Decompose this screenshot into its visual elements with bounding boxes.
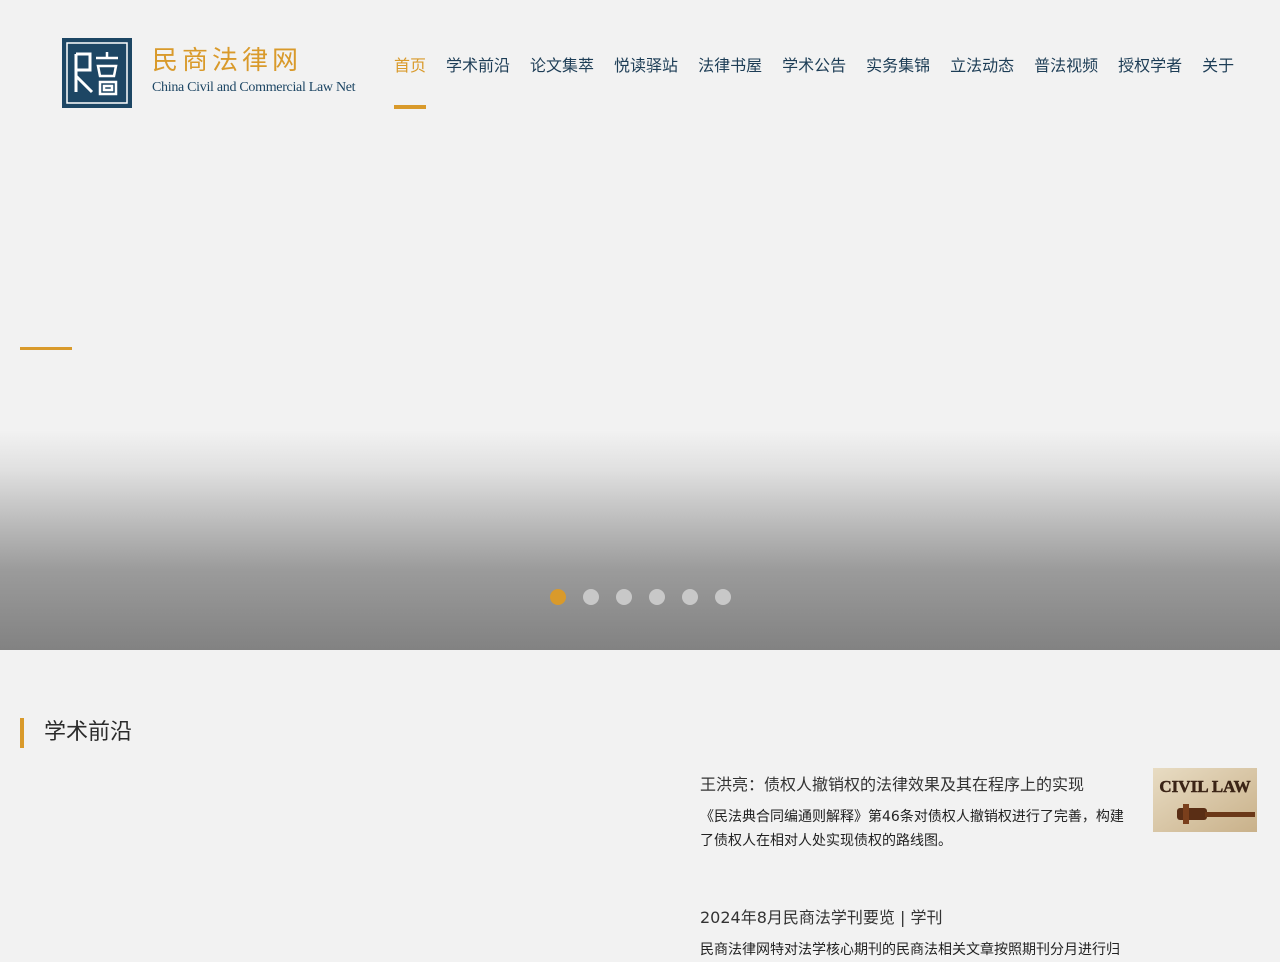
carousel-pagination <box>550 589 731 605</box>
nav-item-reading[interactable]: 悦读驿站 <box>614 54 678 114</box>
logo-chinese-name: 民商法律网 <box>152 46 355 76</box>
nav-item-about[interactable]: 关于 <box>1202 54 1234 114</box>
logo-english-name: China Civil and Commercial Law Net <box>152 80 356 95</box>
banner-accent-line <box>20 347 72 350</box>
carousel-dot-1[interactable] <box>550 589 566 605</box>
nav-item-legislation[interactable]: 立法动态 <box>950 54 1014 114</box>
nav-item-law-books[interactable]: 法律书屋 <box>698 54 762 114</box>
carousel-dot-2[interactable] <box>583 589 599 605</box>
carousel-dot-3[interactable] <box>616 589 632 605</box>
nav-item-home[interactable]: 首页 <box>394 54 427 114</box>
article-title[interactable]: 2024年8月民商法学刊要览 | 学刊 <box>700 906 1260 930</box>
logo-seal-icon <box>62 38 132 108</box>
carousel-dot-6[interactable] <box>715 589 731 605</box>
nav-item-practice[interactable]: 实务集锦 <box>866 54 930 114</box>
nav-item-videos[interactable]: 普法视频 <box>1034 54 1098 114</box>
section-title-academic-frontier: 学术前沿 <box>20 718 132 748</box>
carousel-dot-4[interactable] <box>649 589 665 605</box>
nav-item-papers[interactable]: 论文集萃 <box>530 54 594 114</box>
article-summary: 民商法律网特对法学核心期刊的民商法相关文章按照期刊分月进行归 <box>700 942 1120 958</box>
article-item: 2024年8月民商法学刊要览 | 学刊 民商法律网特对法学核心期刊的民商法相关文… <box>700 906 1260 962</box>
site-logo[interactable]: 民商法律网 China Civil and Commercial Law Net <box>62 38 356 110</box>
thumb-text: CIVIL LAW <box>1159 777 1250 796</box>
logo-chinese-name-text: 民商法律网 <box>152 46 303 76</box>
main-nav: 首页 学术前沿 论文集萃 悦读驿站 法律书屋 学术公告 实务集锦 立法动态 普法… <box>394 54 1234 114</box>
article-summary: 《民法典合同编通则解释》第46条对债权人撤销权进行了完善，构建了债权人在相对人处… <box>700 809 1124 849</box>
site-header: 民商法律网 China Civil and Commercial Law Net… <box>0 0 1280 130</box>
nav-item-scholars[interactable]: 授权学者 <box>1118 54 1182 114</box>
carousel-dot-5[interactable] <box>682 589 698 605</box>
article-thumbnail[interactable]: CIVIL LAW <box>1153 768 1257 832</box>
nav-item-announcements[interactable]: 学术公告 <box>782 54 846 114</box>
hero-carousel[interactable] <box>0 130 1280 650</box>
nav-item-academic-frontier[interactable]: 学术前沿 <box>446 54 510 114</box>
gavel-icon <box>1177 808 1207 820</box>
